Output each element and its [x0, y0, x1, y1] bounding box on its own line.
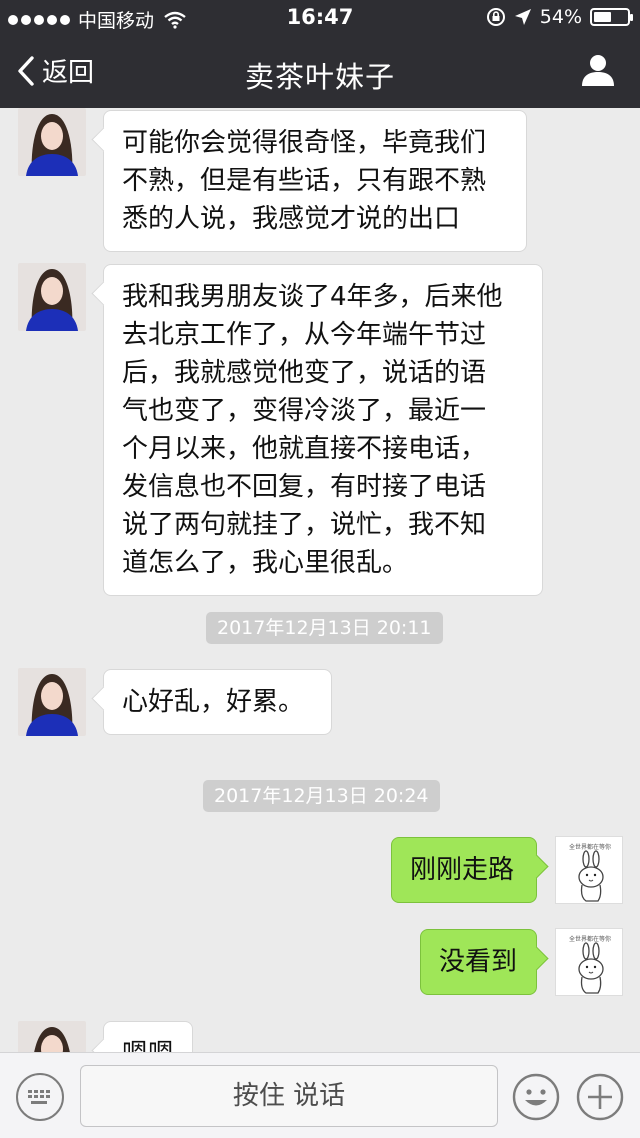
- message-bubble-incoming[interactable]: 嗯嗯: [103, 1021, 193, 1052]
- status-bar: 中国移动 16:47 54%: [0, 0, 640, 36]
- message-text: 说了两句就挂了，说忙，我不知: [122, 510, 487, 540]
- hold-to-talk-button[interactable]: 按住 说话: [80, 1065, 498, 1127]
- status-right: 54%: [486, 6, 633, 28]
- contact-avatar[interactable]: [18, 1021, 86, 1052]
- battery-icon: [590, 8, 633, 26]
- plus-icon[interactable]: [576, 1073, 624, 1121]
- my-avatar[interactable]: 全世界都在等你: [555, 836, 623, 904]
- message-bubble-incoming[interactable]: 心好乱，好累。: [103, 669, 332, 735]
- battery-percent: 54%: [539, 6, 582, 28]
- message-text: 去北京工作了，从今年端午节过: [122, 320, 487, 350]
- message-bubble-outgoing[interactable]: 刚刚走路: [391, 837, 537, 903]
- message-text: 不熟，但是有些话，只有跟不熟: [122, 166, 487, 196]
- battery-fill: [594, 12, 612, 22]
- chat-area[interactable]: 可能你会觉得很奇怪，毕竟我们 不熟，但是有些话，只有跟不熟 悉的人说，我感觉才说…: [0, 108, 640, 1052]
- message-text: 后，我就感觉他变了，说话的语: [122, 358, 487, 388]
- message-bubble-outgoing[interactable]: 没看到: [420, 929, 537, 995]
- message-text: 刚刚走路: [410, 855, 515, 885]
- message-text: 没看到: [439, 947, 518, 977]
- svg-text:全世界都在等你: 全世界都在等你: [569, 935, 611, 943]
- person-icon[interactable]: [580, 52, 616, 88]
- message-bubble-incoming[interactable]: 可能你会觉得很奇怪，毕竟我们 不熟，但是有些话，只有跟不熟 悉的人说，我感觉才说…: [103, 110, 527, 252]
- contact-avatar[interactable]: [18, 108, 86, 176]
- keyboard-icon: [28, 1090, 50, 1104]
- message-text: 气也变了，变得冷淡了，最近一: [122, 396, 487, 426]
- svg-text:全世界都在等你: 全世界都在等你: [569, 843, 611, 851]
- message-text: 可能你会觉得很奇怪，毕竟我们: [122, 128, 487, 158]
- message-text: 嗯嗯: [122, 1039, 174, 1052]
- rotation-lock-icon: [486, 8, 505, 26]
- nav-bar: 返回 卖茶叶妹子: [0, 36, 640, 108]
- chat-title: 卖茶叶妹子: [244, 60, 395, 94]
- message-timestamp: 2017年12月13日 20:24: [203, 780, 440, 812]
- contact-avatar[interactable]: [18, 668, 86, 736]
- message-text: 我和我男朋友谈了4年多，后来他: [122, 282, 503, 312]
- message-timestamp: 2017年12月13日 20:11: [206, 612, 443, 644]
- message-text: 悉的人说，我感觉才说的出口: [122, 204, 461, 234]
- message-text: 发信息也不回复，有时接了电话: [122, 472, 487, 502]
- message-text: 道怎么了，我心里很乱。: [122, 548, 409, 578]
- input-bar: 按住 说话: [0, 1052, 640, 1138]
- keyboard-toggle-button[interactable]: [16, 1073, 64, 1121]
- emoji-icon[interactable]: [512, 1073, 560, 1121]
- message-text: 心好乱，好累。: [122, 687, 305, 717]
- location-icon: [514, 9, 531, 25]
- message-bubble-incoming[interactable]: 我和我男朋友谈了4年多，后来他 去北京工作了，从今年端午节过 后，我就感觉他变了…: [103, 264, 543, 596]
- my-avatar[interactable]: 全世界都在等你: [555, 928, 623, 996]
- message-text: 个月以来，他就直接不接电话，: [122, 434, 487, 464]
- contact-avatar[interactable]: [18, 263, 86, 331]
